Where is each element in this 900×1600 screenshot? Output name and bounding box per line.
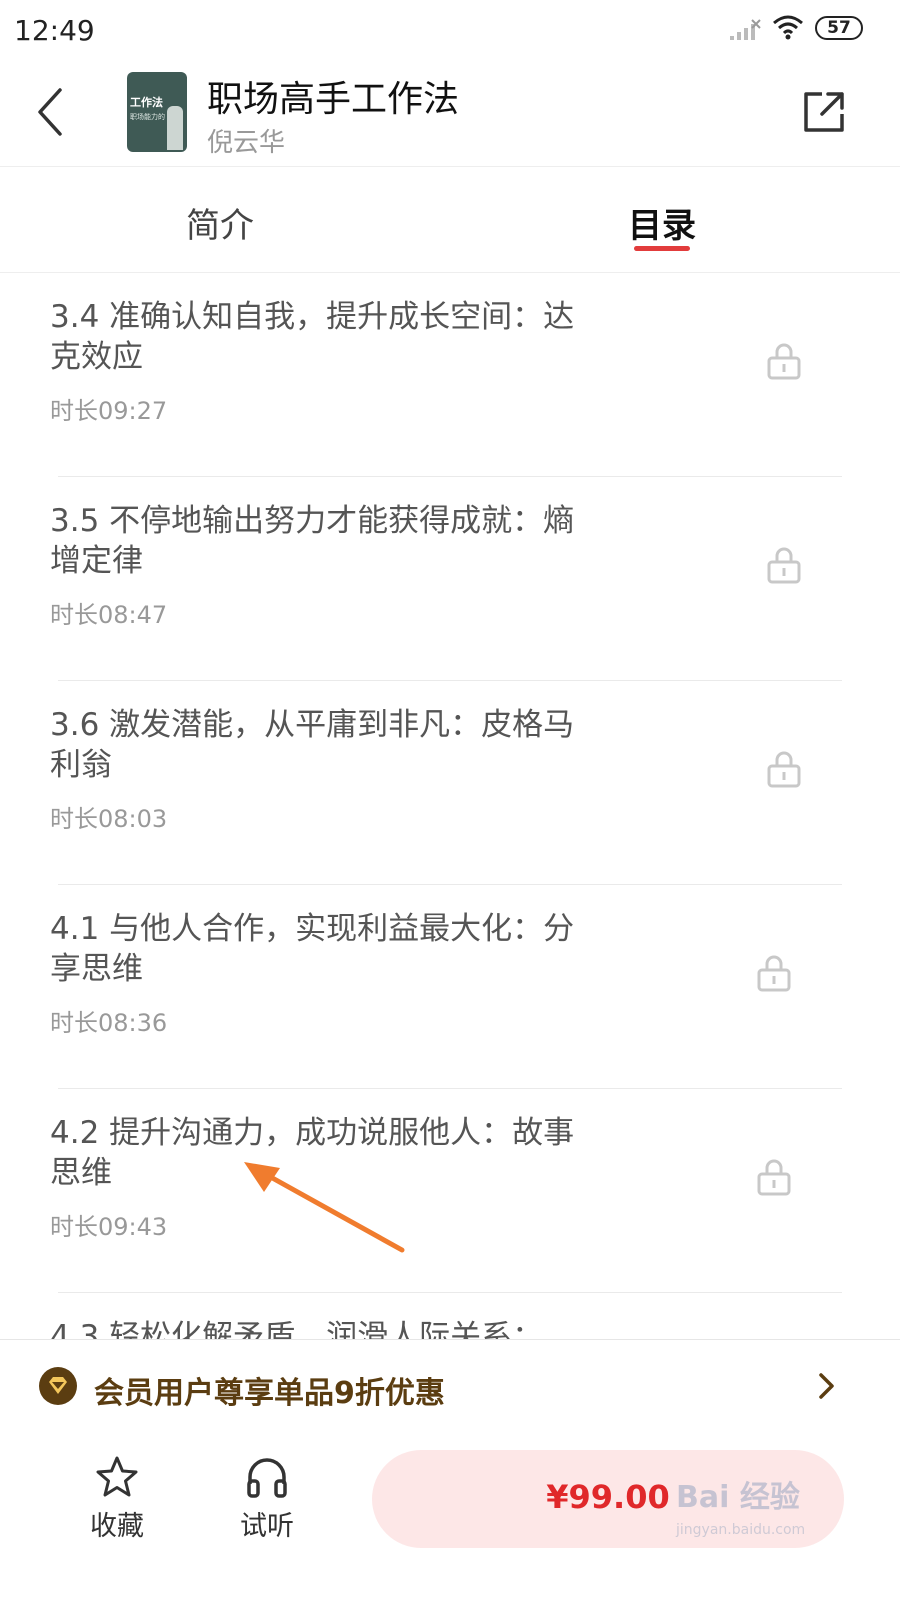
- trial-listen-button[interactable]: 试听: [222, 1454, 312, 1544]
- signal-icon: [728, 18, 762, 46]
- headphones-icon: [247, 1458, 287, 1498]
- vip-promo-text: 会员用户尊享单品9折优惠: [94, 1376, 445, 1411]
- wifi-icon: [772, 14, 804, 44]
- toc-item[interactable]: 3.5 不停地输出努力才能获得成就：熵增定律 时长08:47: [0, 477, 900, 681]
- trial-listen-label: 试听: [240, 1511, 294, 1542]
- status-time: 12:49: [14, 14, 95, 47]
- app-header: 工作法 职场能力的 职场高手工作法 倪云华: [0, 62, 900, 167]
- toc-item-duration: 时长09:27: [50, 397, 168, 425]
- share-button[interactable]: [800, 88, 848, 136]
- chevron-right-icon: [819, 1373, 834, 1399]
- star-icon: [96, 1456, 138, 1497]
- tab-bar: 简介 目录: [0, 166, 900, 273]
- toc-item[interactable]: 3.6 激发潜能，从平庸到非凡：皮格马利翁 时长08:03: [0, 681, 900, 885]
- lock-icon: [767, 547, 801, 584]
- vip-badge-icon: [39, 1367, 77, 1405]
- share-icon: [804, 92, 844, 132]
- watermark-sub: jingyan.baidu.com: [676, 1522, 806, 1538]
- toc-item-title: 3.5 不停地输出努力才能获得成就：熵增定律: [50, 503, 575, 579]
- toc-item-title: 3.4 准确认知自我，提升成长空间：达克效应: [50, 299, 575, 375]
- tab-toc[interactable]: 目录: [628, 198, 696, 247]
- toc-item-title: 4.3 轻松化解矛盾，润滑人际关系：: [50, 1319, 544, 1339]
- author-name: 倪云华: [207, 128, 286, 158]
- toc-item-duration: 时长08:03: [50, 805, 168, 833]
- toc-item-duration: 时长08:47: [50, 601, 168, 629]
- cover-subtext: 职场能力的: [130, 113, 165, 121]
- back-arrow-icon: [38, 88, 62, 136]
- toc-item-title: 4.2 提升沟通力，成功说服他人：故事思维: [50, 1115, 575, 1191]
- lock-icon: [757, 1159, 791, 1196]
- watermark: Bai 经验 jingyan.baidu.com: [676, 1472, 876, 1562]
- toc-item[interactable]: 4.3 轻松化解矛盾，润滑人际关系：: [0, 1293, 900, 1339]
- battery-level: 57: [827, 18, 851, 38]
- toc-list[interactable]: 3.4 准确认知自我，提升成长空间：达克效应 时长09:27 3.5 不停地输出…: [0, 273, 900, 1339]
- vip-promo-bar[interactable]: 会员用户尊享单品9折优惠: [0, 1339, 900, 1433]
- toc-item[interactable]: 4.1 与他人合作，实现利益最大化：分享思维 时长08:36: [0, 885, 900, 1089]
- toc-item[interactable]: 3.4 准确认知自我，提升成长空间：达克效应 时长09:27: [0, 273, 900, 477]
- lock-icon: [767, 343, 801, 380]
- lock-icon: [757, 955, 791, 992]
- toc-item[interactable]: 4.2 提升沟通力，成功说服他人：故事思维 时长09:43: [0, 1089, 900, 1293]
- cover-text: 工作法: [130, 96, 163, 109]
- status-bar: 12:49 57: [0, 0, 900, 60]
- book-cover: 工作法 职场能力的: [127, 72, 187, 152]
- toc-item-duration: 时长09:43: [50, 1213, 168, 1241]
- favorite-button[interactable]: 收藏: [72, 1454, 162, 1544]
- lock-icon: [767, 751, 801, 788]
- favorite-label: 收藏: [90, 1511, 144, 1542]
- tab-intro[interactable]: 简介: [186, 198, 254, 247]
- battery-icon: 57: [815, 16, 863, 40]
- page-title: 职场高手工作法: [207, 79, 460, 120]
- toc-item-title: 4.1 与他人合作，实现利益最大化：分享思维: [50, 911, 575, 987]
- back-button[interactable]: [30, 84, 70, 140]
- watermark-main: Bai 经验: [676, 1480, 800, 1515]
- active-tab-indicator: [634, 246, 690, 251]
- toc-item-title: 3.6 激发潜能，从平庸到非凡：皮格马利翁: [50, 707, 575, 783]
- toc-item-duration: 时长08:36: [50, 1009, 168, 1037]
